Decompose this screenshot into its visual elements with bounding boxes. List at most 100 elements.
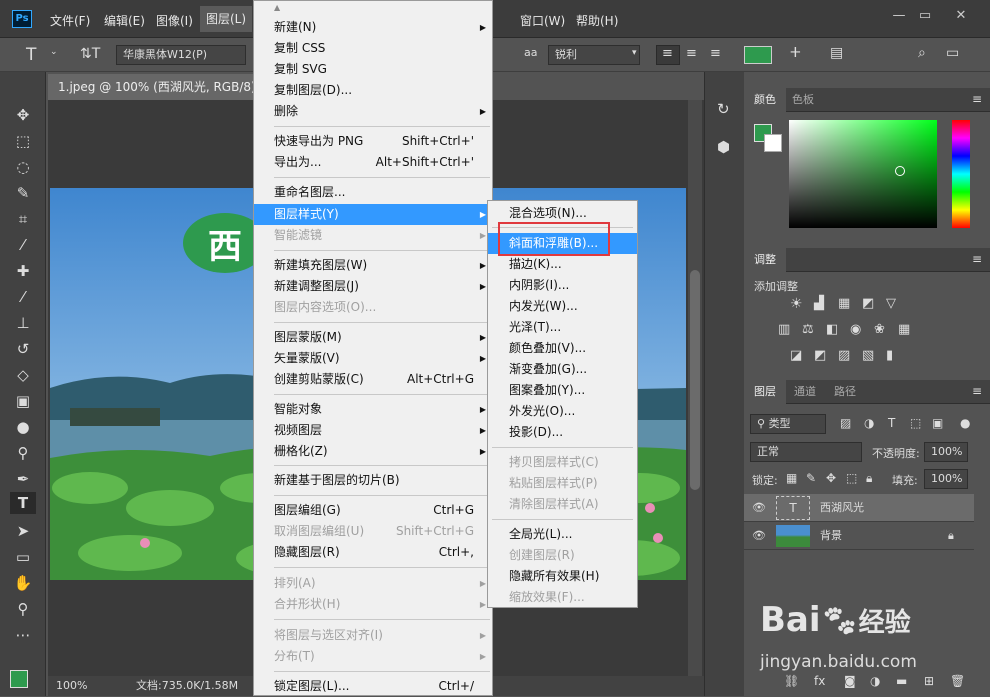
menu-file[interactable]: 文件(F) bbox=[50, 12, 90, 29]
more-tools-icon[interactable]: ⋯ bbox=[10, 624, 36, 646]
style-menu-item[interactable]: 颜色叠加(V)... bbox=[488, 338, 637, 359]
filter-adjust-icon[interactable]: ◑ bbox=[864, 416, 874, 430]
tab-layers[interactable]: 图层 bbox=[744, 380, 786, 404]
gradient-tool-icon[interactable]: ▣ bbox=[10, 390, 36, 412]
crop-tool-icon[interactable]: ⌗ bbox=[10, 208, 36, 230]
close-icon[interactable]: ✕ bbox=[950, 8, 972, 26]
layer-menu-item[interactable]: 图层编组(G) Ctrl+G bbox=[254, 500, 492, 521]
layer-kind-filter[interactable]: ⚲ 类型 bbox=[750, 414, 826, 434]
color-balance-icon[interactable]: ⚖ bbox=[802, 322, 814, 337]
new-group-icon[interactable]: ▬ bbox=[896, 674, 907, 688]
color-background-swatch[interactable] bbox=[764, 134, 782, 152]
style-menu-item[interactable]: 全局光(L)... bbox=[488, 524, 637, 545]
style-menu-item[interactable]: 投影(D)... bbox=[488, 422, 637, 443]
layer-name[interactable]: 西湖风光 bbox=[820, 494, 864, 522]
color-field[interactable] bbox=[789, 120, 937, 228]
layer-name[interactable]: 背景 bbox=[820, 522, 842, 550]
layer-menu-item[interactable]: 新建基于图层的切片(B) bbox=[254, 470, 492, 491]
layer-menu-item[interactable]: 视频图层 ▶ bbox=[254, 420, 492, 441]
layer-menu-item[interactable]: 复制 SVG bbox=[254, 59, 492, 80]
history-panel-icon[interactable]: ↻ bbox=[717, 100, 730, 118]
zoom-level[interactable]: 100% bbox=[56, 676, 87, 696]
layer-menu-item[interactable]: 新建(N) ▶ bbox=[254, 17, 492, 38]
hue-saturation-icon[interactable]: ▥ bbox=[778, 322, 790, 337]
layer-menu-item[interactable]: 矢量蒙版(V) ▶ bbox=[254, 348, 492, 369]
new-layer-icon[interactable]: ⊞ bbox=[924, 674, 934, 688]
font-family-select[interactable]: 华康黑体W12(P) bbox=[116, 45, 246, 65]
hand-tool-icon[interactable]: ✋ bbox=[10, 572, 36, 594]
style-menu-item[interactable]: 光泽(T)... bbox=[488, 317, 637, 338]
chevron-down-icon[interactable]: ⌄ bbox=[50, 47, 58, 57]
filter-pixel-icon[interactable]: ▨ bbox=[840, 416, 851, 430]
black-white-icon[interactable]: ◧ bbox=[826, 322, 838, 337]
healing-brush-icon[interactable]: ✚ bbox=[10, 260, 36, 282]
invert-icon[interactable]: ◪ bbox=[790, 348, 802, 363]
photo-filter-icon[interactable]: ◉ bbox=[850, 322, 861, 337]
blur-tool-icon[interactable]: ● bbox=[10, 416, 36, 438]
menu-layer[interactable]: 图层(L) bbox=[200, 6, 253, 32]
menu-help[interactable]: 帮助(H) bbox=[576, 12, 618, 29]
selective-color-icon[interactable]: ▧ bbox=[862, 348, 874, 363]
filter-shape-icon[interactable]: ⬚ bbox=[910, 416, 921, 430]
align-center-icon[interactable]: ≡ bbox=[686, 46, 697, 61]
brush-tool-icon[interactable]: ⁄ bbox=[10, 286, 36, 308]
character-panel-icon[interactable]: ▤ bbox=[830, 45, 843, 61]
vibrance-icon[interactable]: ▽ bbox=[886, 296, 896, 311]
rectangle-tool-icon[interactable]: ▭ bbox=[10, 546, 36, 568]
fx-icon[interactable]: fx bbox=[814, 674, 825, 688]
lock-position-icon[interactable]: ✥ bbox=[826, 471, 836, 485]
layer-menu-item[interactable]: 栅格化(Z) ▶ bbox=[254, 441, 492, 462]
scroll-up-icon[interactable]: ▲ bbox=[274, 3, 280, 12]
layer-menu-item[interactable]: 复制图层(D)... bbox=[254, 80, 492, 101]
tab-color[interactable]: 颜色 bbox=[744, 88, 786, 112]
style-menu-item[interactable]: 内发光(W)... bbox=[488, 296, 637, 317]
fill-input[interactable]: 100% bbox=[924, 469, 968, 489]
panel-menu-icon[interactable]: ≡ bbox=[972, 92, 982, 106]
layer-row[interactable]: 👁︎ T 西湖风光 bbox=[744, 494, 974, 522]
tab-paths[interactable]: 路径 bbox=[824, 380, 866, 404]
quick-select-tool-icon[interactable]: ✎ bbox=[10, 182, 36, 204]
layer-menu-item[interactable]: 导出为... Alt+Shift+Ctrl+' bbox=[254, 152, 492, 173]
layer-menu-item[interactable]: 新建调整图层(J) ▶ bbox=[254, 276, 492, 297]
tab-swatches[interactable]: 色板 bbox=[782, 88, 824, 112]
menu-image[interactable]: 图像(I) bbox=[156, 12, 193, 29]
layer-row[interactable]: 👁︎ 背景 🔒︎ bbox=[744, 522, 974, 550]
menu-edit[interactable]: 编辑(E) bbox=[104, 12, 145, 29]
new-adjustment-icon[interactable]: ◑ bbox=[870, 674, 880, 688]
layer-menu-item[interactable]: 新建填充图层(W) ▶ bbox=[254, 255, 492, 276]
style-menu-item[interactable]: 图案叠加(Y)... bbox=[488, 380, 637, 401]
style-menu-item[interactable]: 内阴影(I)... bbox=[488, 275, 637, 296]
text-tool-icon[interactable]: T bbox=[26, 45, 36, 65]
vertical-scrollbar[interactable] bbox=[688, 100, 702, 676]
document-tab[interactable]: 1.jpeg @ 100% (西湖风光, RGB/8) * bbox=[48, 74, 258, 120]
gradient-map-icon[interactable]: ▮ bbox=[886, 348, 893, 363]
warp-text-icon[interactable]: ⵜ bbox=[790, 45, 801, 61]
move-tool-icon[interactable]: ✥ bbox=[10, 104, 36, 126]
threshold-icon[interactable]: ▨ bbox=[838, 348, 850, 363]
delete-layer-icon[interactable]: 🗑︎ bbox=[950, 674, 965, 688]
history-brush-icon[interactable]: ↺ bbox=[10, 338, 36, 360]
layer-menu-item[interactable]: 图层蒙版(M) ▶ bbox=[254, 327, 492, 348]
layer-menu-item[interactable]: 快速导出为 PNG Shift+Ctrl+' bbox=[254, 131, 492, 152]
panel-menu-icon[interactable]: ≡ bbox=[972, 252, 982, 266]
pen-tool-icon[interactable]: ✒ bbox=[10, 468, 36, 490]
hue-slider[interactable] bbox=[952, 120, 970, 228]
visibility-eye-icon[interactable]: 👁︎ bbox=[752, 494, 766, 522]
channel-mixer-icon[interactable]: ❀ bbox=[874, 322, 885, 337]
text-color-swatch[interactable] bbox=[744, 46, 772, 64]
layer-menu-item[interactable]: 锁定图层(L)... Ctrl+/ bbox=[254, 676, 492, 697]
layer-menu-item[interactable]: 重命名图层... bbox=[254, 182, 492, 203]
style-menu-item[interactable]: 渐变叠加(G)... bbox=[488, 359, 637, 380]
style-menu-item[interactable]: 描边(K)... bbox=[488, 254, 637, 275]
menu-window[interactable]: 窗口(W) bbox=[520, 12, 565, 29]
search-icon[interactable]: ⌕ bbox=[918, 45, 926, 61]
filter-type-icon[interactable]: T bbox=[888, 416, 895, 430]
curves-icon[interactable]: ▦ bbox=[838, 296, 850, 311]
filter-toggle-icon[interactable]: ● bbox=[960, 416, 970, 430]
eyedropper-tool-icon[interactable]: ⁄ bbox=[10, 234, 36, 256]
opacity-input[interactable]: 100% bbox=[924, 442, 968, 462]
link-layers-icon[interactable]: ⛓ bbox=[784, 674, 799, 688]
tab-adjustments[interactable]: 调整 bbox=[744, 248, 786, 272]
tab-channels[interactable]: 通道 bbox=[784, 380, 826, 404]
layer-menu-item[interactable]: 图层样式(Y) ▶ bbox=[254, 204, 492, 225]
